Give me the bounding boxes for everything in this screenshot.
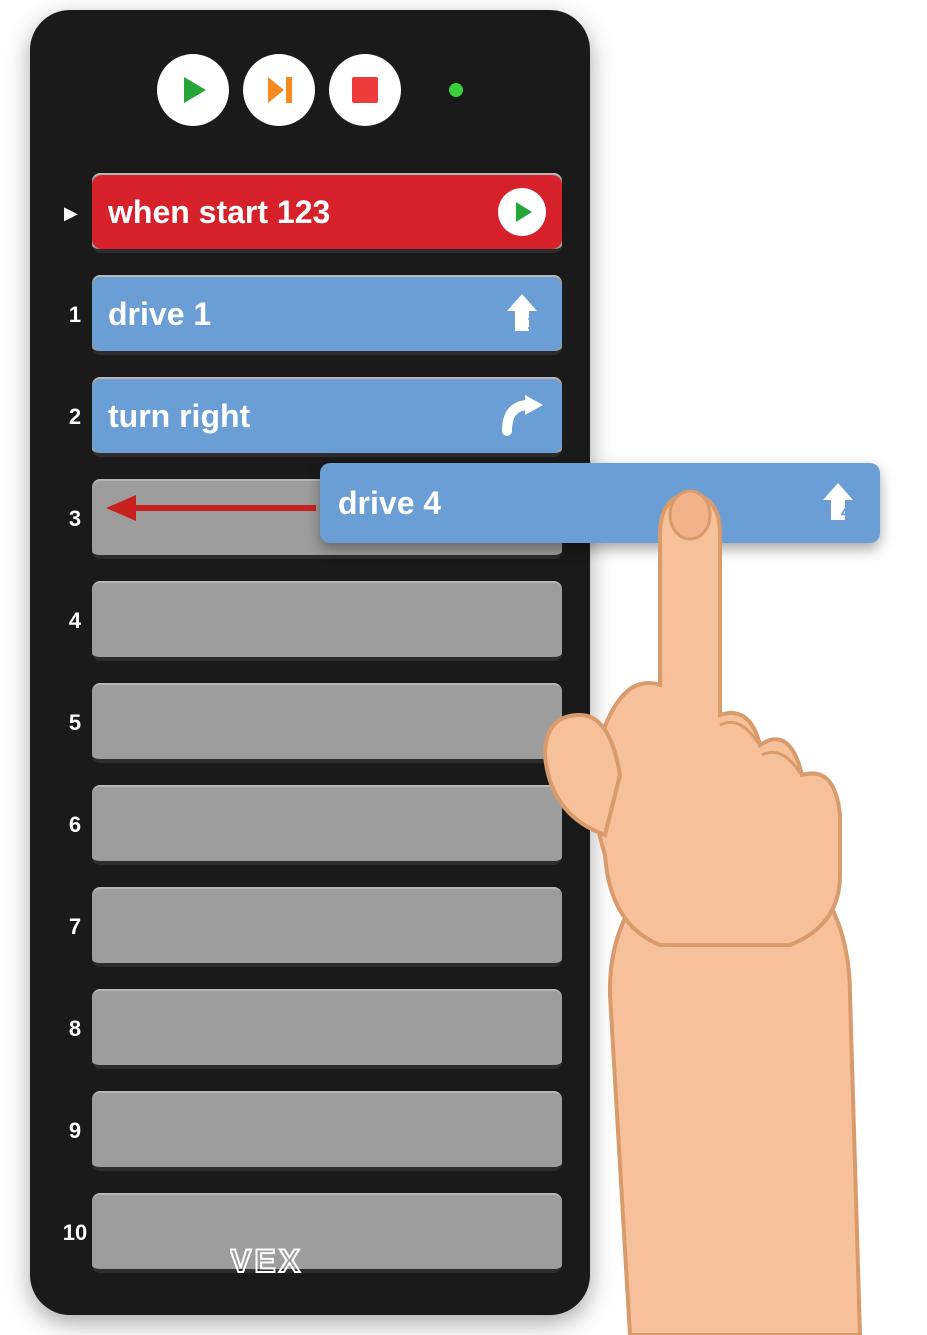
step-icon xyxy=(262,73,296,107)
row-number: 8 xyxy=(58,1016,92,1042)
play-button[interactable] xyxy=(157,54,229,126)
row-slot[interactable] xyxy=(92,989,562,1069)
row-number: 3 xyxy=(58,506,92,532)
program-row: 4 xyxy=(58,573,562,669)
row-number: 1 xyxy=(58,302,92,328)
program-row: 7 xyxy=(58,879,562,975)
play-icon xyxy=(176,73,210,107)
stop-button[interactable] xyxy=(329,54,401,126)
curve-right-icon xyxy=(498,392,546,440)
start-row: ▶ when start 123 xyxy=(58,165,562,261)
start-slot[interactable]: when start 123 xyxy=(92,173,562,253)
row-number: 6 xyxy=(58,812,92,838)
svg-text:4: 4 xyxy=(841,502,851,522)
row-slot[interactable]: turn right xyxy=(92,377,562,457)
block-label: turn right xyxy=(108,398,250,435)
program-row: 2 turn right xyxy=(58,369,562,465)
program-row: 9 xyxy=(58,1083,562,1179)
row-slot[interactable]: drive 1 1 xyxy=(92,275,562,355)
start-marker-icon: ▶ xyxy=(64,203,78,224)
device-frame: ▶ when start 123 1 drive 1 xyxy=(30,10,590,1315)
dragged-block[interactable]: drive 4 4 xyxy=(320,463,880,543)
program-area: ▶ when start 123 1 drive 1 xyxy=(58,165,562,1225)
step-button[interactable] xyxy=(243,54,315,126)
program-row: 8 xyxy=(58,981,562,1077)
program-row: 5 xyxy=(58,675,562,771)
row-slot[interactable] xyxy=(92,683,562,763)
status-led xyxy=(449,83,463,97)
svg-text:VEX: VEX xyxy=(230,1243,303,1279)
block-label: drive 1 xyxy=(108,296,211,333)
row-number: 2 xyxy=(58,404,92,430)
program-row: 1 drive 1 1 xyxy=(58,267,562,363)
arrow-up-icon: 1 xyxy=(498,290,546,338)
row-number: 7 xyxy=(58,914,92,940)
program-row: 6 xyxy=(58,777,562,873)
svg-text:1: 1 xyxy=(527,313,537,333)
when-start-block[interactable]: when start 123 xyxy=(92,175,562,249)
row-slot[interactable] xyxy=(92,785,562,865)
row-slot[interactable] xyxy=(92,887,562,967)
block-run-icon[interactable] xyxy=(498,188,546,236)
row-number: 5 xyxy=(58,710,92,736)
row-number: 9 xyxy=(58,1118,92,1144)
stop-icon xyxy=(350,75,380,105)
block-label: drive 4 xyxy=(338,485,441,522)
turn-right-block[interactable]: turn right xyxy=(92,379,562,453)
vex-logo: VEX xyxy=(30,1242,590,1287)
arrow-up-icon: 4 xyxy=(814,479,862,527)
block-label: when start 123 xyxy=(108,194,330,231)
controls-bar xyxy=(30,54,590,126)
drive-block[interactable]: drive 1 1 xyxy=(92,277,562,351)
row-number: 4 xyxy=(58,608,92,634)
row-slot[interactable] xyxy=(92,1091,562,1171)
row-slot[interactable] xyxy=(92,581,562,661)
